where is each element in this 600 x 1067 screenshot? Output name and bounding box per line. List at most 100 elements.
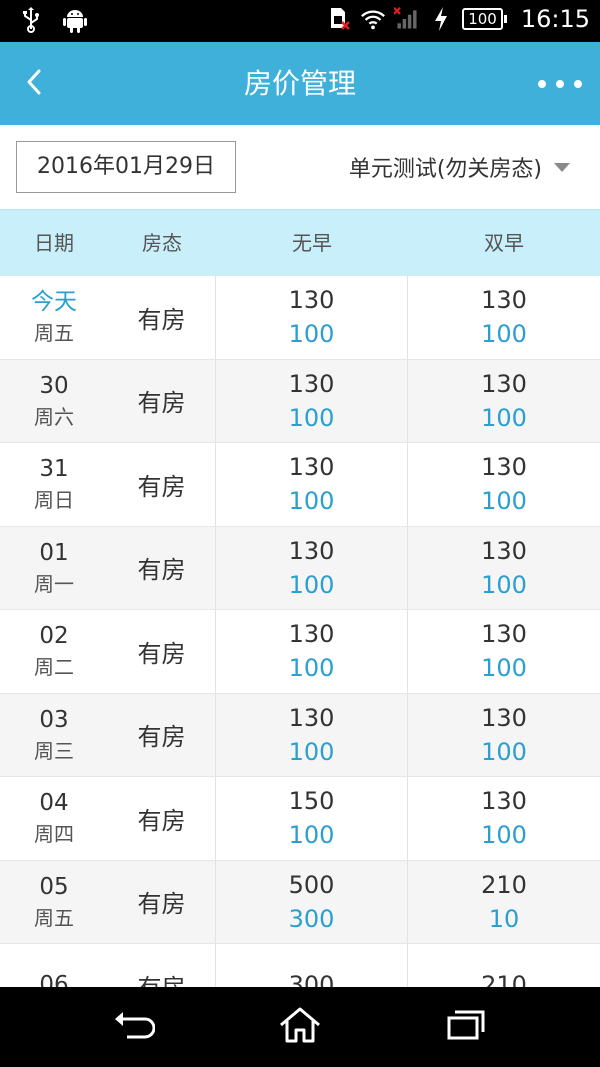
price-bottom: 100 <box>288 403 335 432</box>
date-cell: 02 周二 <box>0 610 108 693</box>
price-bottom: 100 <box>288 821 335 850</box>
no-breakfast-price-cell[interactable]: 130 100 <box>216 276 408 359</box>
column-header-status: 房态 <box>142 231 182 255</box>
price-bottom: 10 <box>488 904 520 933</box>
double-breakfast-price-cell[interactable]: 130 100 <box>408 443 600 526</box>
weekday-label: 周日 <box>34 488 74 513</box>
double-breakfast-price-cell[interactable]: 130 100 <box>408 360 600 443</box>
price-top: 150 <box>288 787 335 816</box>
no-breakfast-price-cell[interactable]: 130 100 <box>216 443 408 526</box>
price-table: 今天 周五 有房 130 100 130 100 30 周六 有房 130 10… <box>0 276 600 987</box>
app-header: 房价管理 <box>0 42 600 125</box>
double-breakfast-price-cell[interactable]: 210 10 <box>408 861 600 944</box>
date-cell: 01 周一 <box>0 527 108 610</box>
more-dot-icon <box>574 80 582 88</box>
double-breakfast-price-cell[interactable]: 210 <box>408 944 600 987</box>
table-header: 日期 房态 无早 双早 <box>0 209 600 276</box>
price-top: 130 <box>288 453 335 482</box>
price-top: 130 <box>481 620 527 649</box>
weekday-label: 周五 <box>34 905 74 930</box>
no-breakfast-price-cell[interactable]: 130 100 <box>216 610 408 693</box>
nav-back-button[interactable] <box>112 1007 156 1047</box>
weekday-label: 周二 <box>34 655 74 680</box>
price-top: 130 <box>481 286 527 315</box>
home-icon <box>278 1006 322 1048</box>
price-top: 130 <box>288 536 335 565</box>
nav-home-button[interactable] <box>278 1007 322 1047</box>
price-bottom: 100 <box>481 737 527 766</box>
price-top: 500 <box>288 870 335 899</box>
double-breakfast-price-cell[interactable]: 130 100 <box>408 777 600 860</box>
table-row[interactable]: 05 周五 有房 500 300 210 10 <box>0 860 600 944</box>
date-cell: 今天 周五 <box>0 276 108 359</box>
room-status: 有房 <box>108 693 216 776</box>
price-top: 130 <box>481 453 527 482</box>
date-picker[interactable]: 2016年01月29日 <box>16 141 236 193</box>
price-top: 130 <box>481 536 527 565</box>
price-top: 130 <box>288 620 335 649</box>
sim-alert-icon <box>326 5 352 33</box>
weekday-label: 周五 <box>34 321 74 346</box>
date-cell: 03 周三 <box>0 694 108 777</box>
android-icon <box>62 6 88 34</box>
charging-icon <box>428 5 454 33</box>
table-row[interactable]: 06 有房 300 210 <box>0 944 600 987</box>
price-bottom: 100 <box>481 654 527 683</box>
room-status: 有房 <box>108 359 216 442</box>
more-button[interactable] <box>538 70 582 98</box>
signal-icon <box>394 5 420 33</box>
no-breakfast-price-cell[interactable]: 130 100 <box>216 693 408 776</box>
no-breakfast-price-cell[interactable]: 500 300 <box>216 860 408 943</box>
table-row[interactable]: 02 周二 有房 130 100 130 100 <box>0 610 600 694</box>
table-row[interactable]: 今天 周五 有房 130 100 130 100 <box>0 276 600 360</box>
price-bottom: 100 <box>481 570 527 599</box>
price-bottom: 100 <box>288 320 335 349</box>
no-breakfast-price-cell[interactable]: 130 100 <box>216 359 408 442</box>
double-breakfast-price-cell[interactable]: 130 100 <box>408 610 600 693</box>
table-row[interactable]: 04 周四 有房 150 100 130 100 <box>0 777 600 861</box>
usb-icon <box>18 6 44 34</box>
day-label: 01 <box>39 539 69 566</box>
price-top: 130 <box>481 369 527 398</box>
price-bottom: 100 <box>288 737 335 766</box>
price-bottom: 100 <box>481 320 527 349</box>
day-label: 03 <box>39 706 69 733</box>
room-status: 有房 <box>108 860 216 943</box>
no-breakfast-price-cell[interactable]: 150 100 <box>216 777 408 860</box>
table-row[interactable]: 01 周一 有房 130 100 130 100 <box>0 526 600 610</box>
day-label: 31 <box>39 456 69 483</box>
double-breakfast-price-cell[interactable]: 130 100 <box>408 694 600 777</box>
room-status: 有房 <box>108 610 216 693</box>
table-row[interactable]: 03 周三 有房 130 100 130 100 <box>0 693 600 777</box>
unit-selector[interactable]: 单元测试(勿关房态) <box>349 143 570 191</box>
battery-indicator: 100 <box>462 8 507 30</box>
table-row[interactable]: 30 周六 有房 130 100 130 100 <box>0 359 600 443</box>
caret-down-icon <box>554 162 570 172</box>
recents-icon <box>446 1008 486 1046</box>
price-top: 130 <box>481 787 527 816</box>
system-nav-bar <box>0 987 600 1067</box>
nav-recents-button[interactable] <box>444 1007 488 1047</box>
day-label: 今天 <box>31 289 77 316</box>
wifi-icon <box>360 5 386 33</box>
no-breakfast-price-cell[interactable]: 130 100 <box>216 526 408 609</box>
price-top: 210 <box>481 870 527 899</box>
column-header-double-breakfast: 双早 <box>484 231 524 255</box>
more-dot-icon <box>556 80 564 88</box>
no-breakfast-price-cell[interactable]: 300 <box>216 944 408 987</box>
date-cell: 31 周日 <box>0 443 108 526</box>
price-top: 210 <box>481 971 527 987</box>
price-top: 130 <box>481 703 527 732</box>
weekday-label: 周六 <box>34 404 74 429</box>
price-bottom: 100 <box>481 487 527 516</box>
date-cell: 05 周五 <box>0 861 108 944</box>
double-breakfast-price-cell[interactable]: 130 100 <box>408 527 600 610</box>
double-breakfast-price-cell[interactable]: 130 100 <box>408 276 600 359</box>
page-title: 房价管理 <box>243 67 356 100</box>
date-cell: 04 周四 <box>0 777 108 860</box>
date-cell: 30 周六 <box>0 360 108 443</box>
table-row[interactable]: 31 周日 有房 130 100 130 100 <box>0 443 600 527</box>
day-label: 06 <box>39 972 69 987</box>
day-label: 02 <box>39 623 69 650</box>
room-status: 有房 <box>108 777 216 860</box>
